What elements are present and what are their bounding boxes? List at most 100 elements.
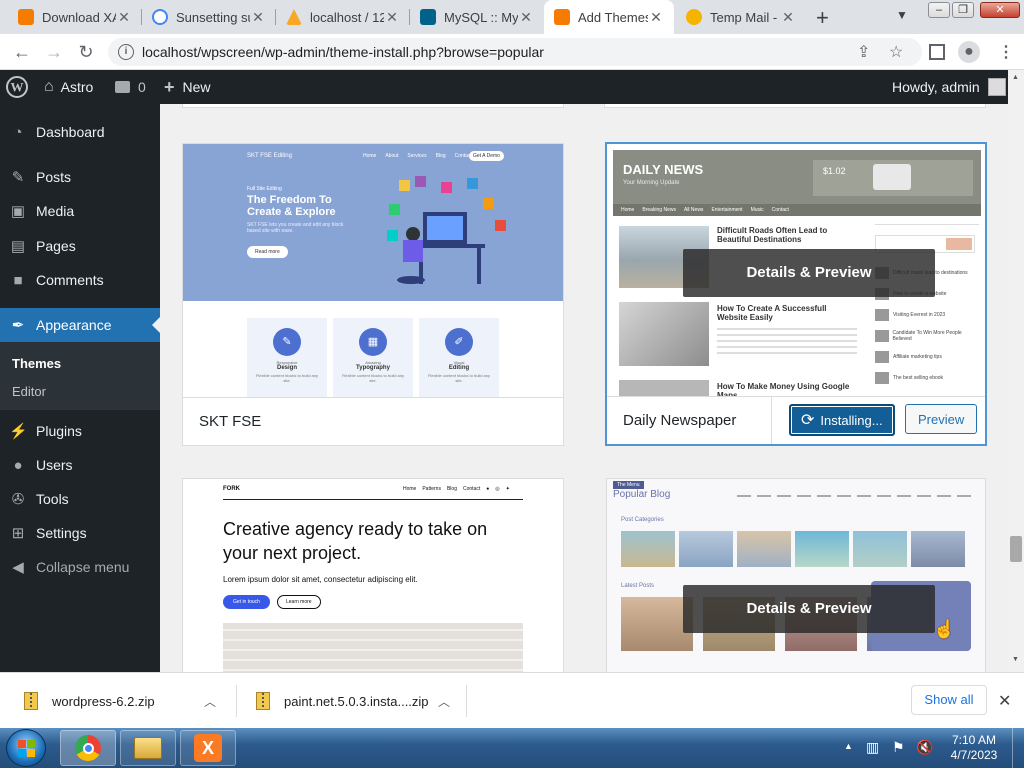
xampp-favicon-icon bbox=[554, 9, 570, 25]
bookmark-star-icon[interactable]: ☆ bbox=[889, 42, 903, 62]
show-all-button[interactable]: Show all bbox=[911, 685, 987, 715]
site-info-icon[interactable]: i bbox=[118, 44, 134, 60]
url-text[interactable]: localhost/wpscreen/wp-admin/theme-instal… bbox=[142, 44, 544, 60]
theme-screenshot[interactable]: SKT FSE Editing Home About Services Blog… bbox=[183, 144, 563, 398]
chevron-up-icon[interactable]: ︿ bbox=[438, 693, 450, 710]
sidebar-item-settings[interactable]: ⊞ Settings bbox=[0, 516, 160, 550]
address-bar[interactable]: i localhost/wpscreen/wp-admin/theme-inst… bbox=[108, 38, 922, 66]
close-downloads-icon[interactable]: ✕ bbox=[998, 691, 1011, 711]
sidebar-item-label: Dashboard bbox=[36, 124, 105, 140]
profile-icon[interactable]: ● bbox=[958, 41, 980, 63]
theme-screenshot[interactable]: DAILY NEWS Your Morning Update $1.02 Hom… bbox=[607, 144, 985, 397]
theme-card-popular-blog[interactable]: The Menu Popular Blog Post Categories La… bbox=[606, 478, 986, 672]
show-hidden-icons[interactable]: ▲ bbox=[844, 741, 853, 768]
site-name-link[interactable]: ⌂ Astro bbox=[44, 70, 93, 104]
site-name: Astro bbox=[60, 79, 94, 95]
close-tab-icon[interactable]: ✕ bbox=[116, 9, 132, 26]
scroll-up-arrow-icon[interactable]: ▲ bbox=[1012, 74, 1019, 81]
theme-card[interactable] bbox=[604, 104, 986, 108]
post-title: Difficult Roads Often Lead to Beautiful … bbox=[717, 226, 828, 244]
tab-title: Download XA bbox=[42, 9, 116, 25]
tab-search-chevron-icon[interactable]: ▼ bbox=[896, 8, 908, 22]
taskbar-explorer[interactable] bbox=[120, 730, 176, 766]
details-preview-overlay[interactable]: Details & Preview bbox=[683, 585, 935, 633]
theme-card[interactable] bbox=[182, 104, 564, 108]
download-item[interactable]: wordpress-6.2.zip bbox=[24, 673, 155, 729]
share-icon[interactable]: ⇪ bbox=[857, 42, 870, 62]
details-preview-overlay[interactable]: Details & Preview bbox=[683, 249, 935, 297]
theme-card-fork[interactable]: FORK Home Patterns Blog Contact ● ◎ ✦ Cr… bbox=[182, 478, 564, 672]
show-desktop-button[interactable] bbox=[1012, 728, 1024, 768]
close-tab-icon[interactable]: ✕ bbox=[518, 9, 534, 26]
new-tab-icon[interactable]: + bbox=[816, 5, 829, 31]
download-filename: wordpress-6.2.zip bbox=[52, 693, 155, 709]
new-content-link[interactable]: + New bbox=[164, 70, 211, 104]
taskbar-chrome[interactable] bbox=[60, 730, 116, 766]
design-icon: ✎ bbox=[273, 328, 301, 356]
wordpress-logo-icon[interactable]: W bbox=[6, 70, 28, 104]
my-account-link[interactable]: Howdy, admin bbox=[892, 70, 1006, 104]
clock[interactable]: 7:10 AM 4/7/2023 bbox=[946, 733, 1002, 768]
google-favicon-icon bbox=[152, 9, 168, 25]
submenu-item-themes[interactable]: Themes bbox=[12, 356, 61, 371]
sidebar-item-plugins[interactable]: ⚡ Plugins bbox=[0, 414, 160, 448]
scroll-down-arrow-icon[interactable]: ▼ bbox=[1012, 656, 1019, 663]
taskbar-xampp[interactable]: X bbox=[180, 730, 236, 766]
printer-image bbox=[873, 164, 911, 190]
comment-bubble-icon bbox=[115, 81, 130, 93]
theme-screenshot[interactable]: FORK Home Patterns Blog Contact ● ◎ ✦ Cr… bbox=[183, 479, 563, 672]
sidebar-item-label: Settings bbox=[36, 525, 87, 541]
browser-tab-active[interactable]: Add Themes ✕ bbox=[544, 0, 674, 34]
browser-tab[interactable]: localhost / 12 ✕ bbox=[276, 0, 410, 34]
sidebar-item-comments[interactable]: ■ Comments bbox=[0, 263, 160, 297]
side-panel-icon[interactable] bbox=[929, 44, 945, 60]
start-button[interactable] bbox=[6, 729, 46, 767]
sidebar-item-pages[interactable]: ▤ Pages bbox=[0, 229, 160, 263]
minimize-window-icon[interactable]: – bbox=[928, 2, 950, 18]
page-scrollbar[interactable]: ▲ ▼ bbox=[1008, 70, 1024, 672]
comments-link[interactable]: 0 bbox=[115, 70, 146, 104]
forward-arrow-icon[interactable]: → bbox=[42, 40, 66, 64]
close-window-icon[interactable]: ✕ bbox=[980, 2, 1020, 18]
collapse-menu-button[interactable]: ◀ Collapse menu bbox=[0, 550, 160, 584]
browser-menu-icon[interactable]: ⋮ bbox=[998, 42, 1014, 62]
close-tab-icon[interactable]: ✕ bbox=[780, 9, 796, 26]
media-icon: ▣ bbox=[10, 203, 26, 220]
chevron-up-icon[interactable]: ︿ bbox=[204, 693, 216, 710]
sidebar-item-tools[interactable]: ✇ Tools bbox=[0, 482, 160, 516]
scrollbar-thumb[interactable] bbox=[1010, 536, 1022, 562]
skt-nav: Home About Services Blog Contact bbox=[363, 153, 472, 159]
close-tab-icon[interactable]: ✕ bbox=[250, 9, 266, 26]
back-arrow-icon[interactable]: ← bbox=[10, 40, 34, 64]
zip-file-icon bbox=[256, 692, 270, 710]
restore-window-icon[interactable]: ❐ bbox=[952, 2, 974, 18]
close-tab-icon[interactable]: ✕ bbox=[384, 9, 400, 26]
browser-tab[interactable]: MySQL :: My ✕ bbox=[410, 0, 544, 34]
theme-card-skt-fse[interactable]: SKT FSE Editing Home About Services Blog… bbox=[182, 143, 564, 446]
installing-button[interactable]: ⟳ Installing... bbox=[789, 404, 895, 436]
sidebar-item-users[interactable]: ● Users bbox=[0, 448, 160, 482]
sidebar-post: Visiting Everest in 2023 bbox=[893, 312, 946, 318]
user-icon: ● bbox=[13, 456, 23, 474]
close-tab-icon[interactable]: ✕ bbox=[648, 9, 664, 26]
instagram-icon: ◎ bbox=[495, 486, 500, 492]
browser-tab[interactable]: Download XA ✕ bbox=[8, 0, 142, 34]
browser-tab[interactable]: Sunsetting su ✕ bbox=[142, 0, 276, 34]
preview-button[interactable]: Preview bbox=[905, 404, 978, 434]
theme-screenshot[interactable]: The Menu Popular Blog Post Categories La… bbox=[607, 479, 985, 672]
network-icon[interactable]: ▥ bbox=[866, 739, 879, 768]
sidebar-item-appearance[interactable]: ✒ Appearance bbox=[0, 308, 160, 342]
skt-headline: The Freedom To Create & Explore bbox=[247, 194, 336, 218]
volume-muted-icon[interactable]: 🔇 bbox=[916, 739, 933, 768]
daily-nav-item: Breaking News bbox=[642, 207, 676, 213]
download-item[interactable]: paint.net.5.0.3.insta....zip bbox=[256, 673, 429, 729]
reload-icon[interactable]: ↻ bbox=[74, 40, 98, 64]
action-center-icon[interactable]: ⚑ bbox=[892, 739, 905, 768]
sidebar-item-dashboard[interactable]: ◔ Dashboard bbox=[0, 115, 160, 149]
sidebar-item-media[interactable]: ▣ Media bbox=[0, 194, 160, 228]
theme-card-daily-newspaper[interactable]: DAILY NEWS Your Morning Update $1.02 Hom… bbox=[606, 143, 986, 445]
submenu-item-editor[interactable]: Editor bbox=[12, 384, 46, 399]
skt-feature-card: ✐ Visual Editing Flexible content blocks… bbox=[419, 318, 499, 398]
browser-tab[interactable]: Temp Mail - ✕ bbox=[676, 0, 806, 34]
sidebar-item-posts[interactable]: ✎ Posts bbox=[0, 160, 160, 194]
